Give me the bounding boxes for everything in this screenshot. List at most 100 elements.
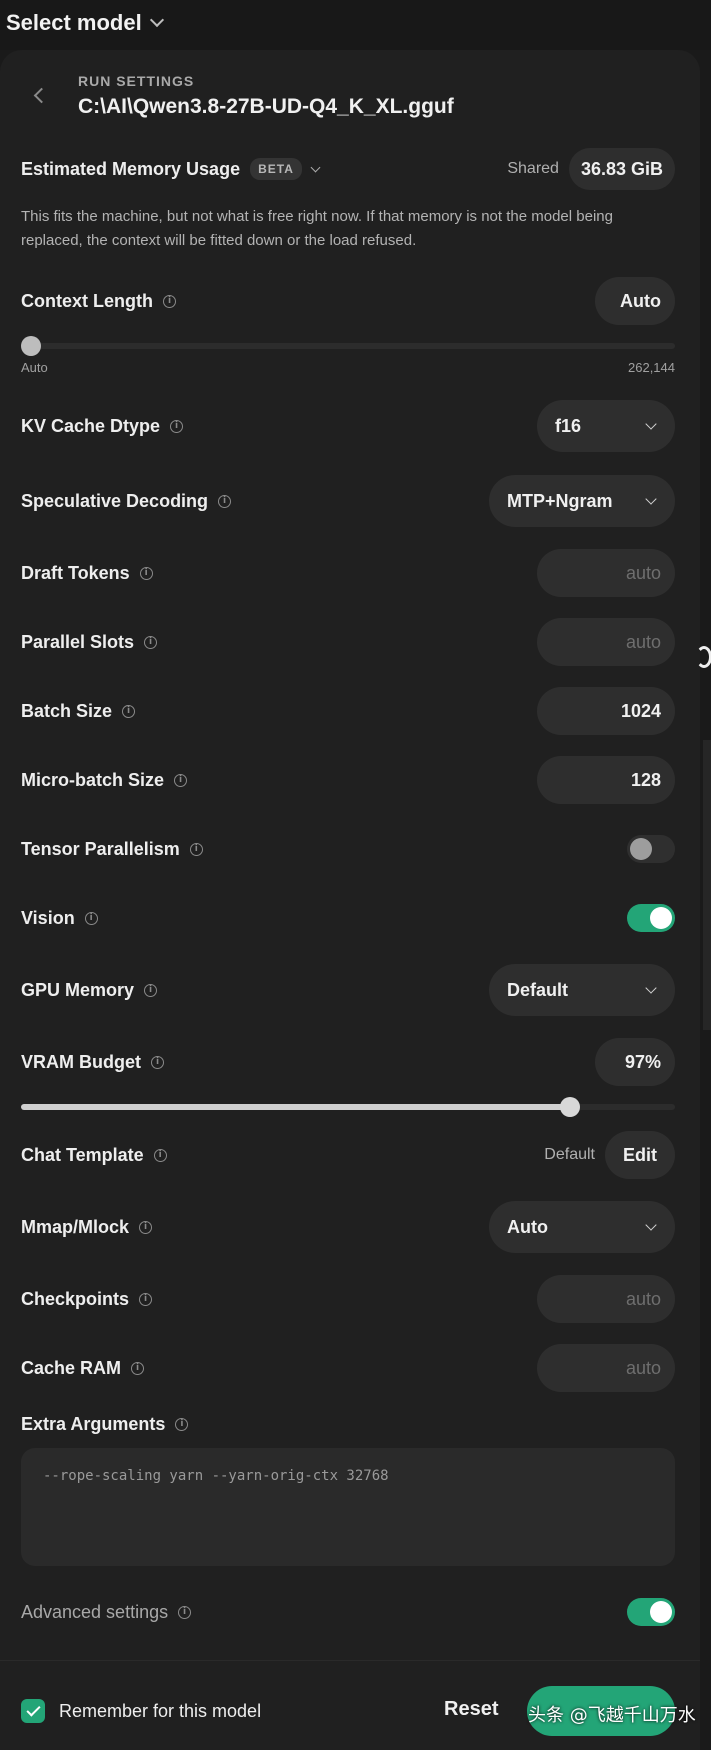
batch-size-row: Batch Size 1024 <box>21 687 675 735</box>
mmap-dropdown[interactable]: Auto <box>489 1201 675 1253</box>
checkpoints-label: Checkpoints <box>21 1288 130 1309</box>
info-icon[interactable] <box>178 1605 192 1619</box>
tensor-parallelism-label: Tensor Parallelism <box>21 838 180 859</box>
toggle-knob <box>650 1601 672 1623</box>
watermark: 头条 @飞越千山万水 <box>528 1705 696 1726</box>
micro-batch-row: Micro-batch Size 128 <box>21 756 675 804</box>
memory-usage-row: Estimated Memory Usage BETA Shared 36.83… <box>21 148 675 190</box>
memory-usage-label: Estimated Memory Usage <box>21 158 241 179</box>
batch-size-input[interactable]: 1024 <box>537 687 675 735</box>
vision-label: Vision <box>21 907 75 928</box>
chevron-down-icon <box>310 162 321 172</box>
mmap-value: Auto <box>507 1216 548 1237</box>
gpu-memory-label: GPU Memory <box>21 979 135 1000</box>
info-icon[interactable] <box>131 1361 145 1375</box>
top-bar: Select model <box>0 0 711 50</box>
speculative-dropdown[interactable]: MTP+Ngram <box>489 475 675 527</box>
speculative-value: MTP+Ngram <box>507 490 613 511</box>
vision-toggle[interactable] <box>627 904 675 932</box>
info-icon[interactable] <box>218 494 232 508</box>
tensor-parallelism-toggle[interactable] <box>627 835 675 863</box>
speculative-row: Speculative Decoding MTP+Ngram <box>21 474 675 528</box>
memory-usage-toggle[interactable]: Estimated Memory Usage BETA <box>21 158 321 180</box>
remember-label: Remember for this model <box>59 1700 262 1721</box>
speculative-label: Speculative Decoding <box>21 490 209 511</box>
memory-description: This fits the machine, but not what is f… <box>21 208 613 249</box>
parallel-slots-input[interactable]: auto <box>537 618 675 666</box>
gpu-memory-dropdown[interactable]: Default <box>489 964 675 1016</box>
draft-tokens-label: Draft Tokens <box>21 562 130 583</box>
toggle-knob <box>650 907 672 929</box>
advanced-settings-row: Advanced settings <box>21 1597 675 1627</box>
advanced-settings-toggle[interactable] <box>627 1598 675 1626</box>
panel-title: RUN SETTINGS <box>78 73 195 89</box>
info-icon[interactable] <box>151 1055 164 1069</box>
vision-row: Vision <box>21 903 675 933</box>
scrollbar[interactable] <box>703 740 711 1030</box>
draft-tokens-row: Draft Tokens auto <box>21 549 675 597</box>
extra-args-label: Extra Arguments <box>21 1413 166 1434</box>
draft-tokens-input[interactable]: auto <box>537 549 675 597</box>
extra-args-row: Extra Arguments <box>21 1410 675 1438</box>
cache-ram-label: Cache RAM <box>21 1357 122 1378</box>
slider-thumb[interactable] <box>21 336 41 356</box>
checkpoints-input[interactable]: auto <box>537 1275 675 1323</box>
shared-memory-value: 36.83 GiB <box>568 148 675 190</box>
slider-fill <box>21 1104 571 1110</box>
context-length-label: Context Length <box>21 290 153 311</box>
kv-cache-row: KV Cache Dtype f16 <box>21 399 675 453</box>
vram-budget-value[interactable]: 97% <box>595 1038 675 1086</box>
chevron-down-icon <box>645 981 657 994</box>
cache-ram-input[interactable]: auto <box>537 1344 675 1392</box>
context-length-slider[interactable] <box>21 336 675 356</box>
info-icon[interactable] <box>144 983 158 997</box>
kv-cache-value: f16 <box>555 415 582 436</box>
context-max-label: 262,144 <box>628 360 675 375</box>
mmap-row: Mmap/Mlock Auto <box>21 1200 675 1254</box>
info-icon[interactable] <box>139 1220 153 1234</box>
info-icon[interactable] <box>84 911 98 925</box>
vram-budget-label: VRAM Budget <box>21 1051 141 1072</box>
context-length-value[interactable]: Auto <box>595 277 675 325</box>
beta-badge: BETA <box>250 158 302 180</box>
shared-label: Shared <box>507 160 559 177</box>
checkpoints-row: Checkpoints auto <box>21 1275 675 1323</box>
chevron-down-icon <box>645 417 657 430</box>
remember-row[interactable]: Remember for this model <box>21 1697 421 1725</box>
parallel-slots-label: Parallel Slots <box>21 631 135 652</box>
vram-budget-row: VRAM Budget 97% <box>21 1038 675 1086</box>
micro-batch-input[interactable]: 128 <box>537 756 675 804</box>
vram-budget-slider[interactable] <box>21 1097 675 1117</box>
chevron-down-icon <box>645 1218 657 1231</box>
info-icon[interactable] <box>170 419 184 433</box>
info-icon[interactable] <box>139 566 153 580</box>
reset-button[interactable]: Reset <box>444 1698 498 1721</box>
chat-template-status: Default <box>544 1146 595 1163</box>
kv-cache-label: KV Cache Dtype <box>21 415 161 436</box>
kv-cache-dropdown[interactable]: f16 <box>537 400 675 452</box>
chevron-down-icon <box>645 492 657 505</box>
info-icon[interactable] <box>144 635 158 649</box>
tensor-parallelism-row: Tensor Parallelism <box>21 834 675 864</box>
edit-template-button[interactable]: Edit <box>605 1131 675 1179</box>
info-icon[interactable] <box>189 842 203 856</box>
info-icon[interactable] <box>139 1292 153 1306</box>
info-icon[interactable] <box>122 704 136 718</box>
chevron-down-icon <box>149 12 164 28</box>
info-icon[interactable] <box>175 1417 189 1431</box>
info-icon[interactable] <box>174 773 188 787</box>
select-model-label: Select model <box>6 10 142 35</box>
info-icon[interactable] <box>153 1148 167 1162</box>
remember-checkbox[interactable] <box>21 1699 45 1723</box>
info-icon[interactable] <box>163 294 176 308</box>
back-chevron-icon[interactable] <box>33 87 50 104</box>
model-path: C:\AI\Qwen3.8-27B-UD-Q4_K_XL.gguf <box>78 95 454 118</box>
select-model-dropdown[interactable]: Select model <box>6 10 164 36</box>
gpu-memory-row: GPU Memory Default <box>21 963 675 1017</box>
gpu-memory-value: Default <box>507 979 569 1000</box>
extra-args-textarea[interactable]: --rope-scaling yarn --yarn-orig-ctx 3276… <box>21 1448 675 1566</box>
batch-size-label: Batch Size <box>21 700 113 721</box>
parallel-slots-row: Parallel Slots auto <box>21 618 675 666</box>
context-length-row: Context Length Auto <box>21 277 675 325</box>
cache-ram-row: Cache RAM auto <box>21 1344 675 1392</box>
